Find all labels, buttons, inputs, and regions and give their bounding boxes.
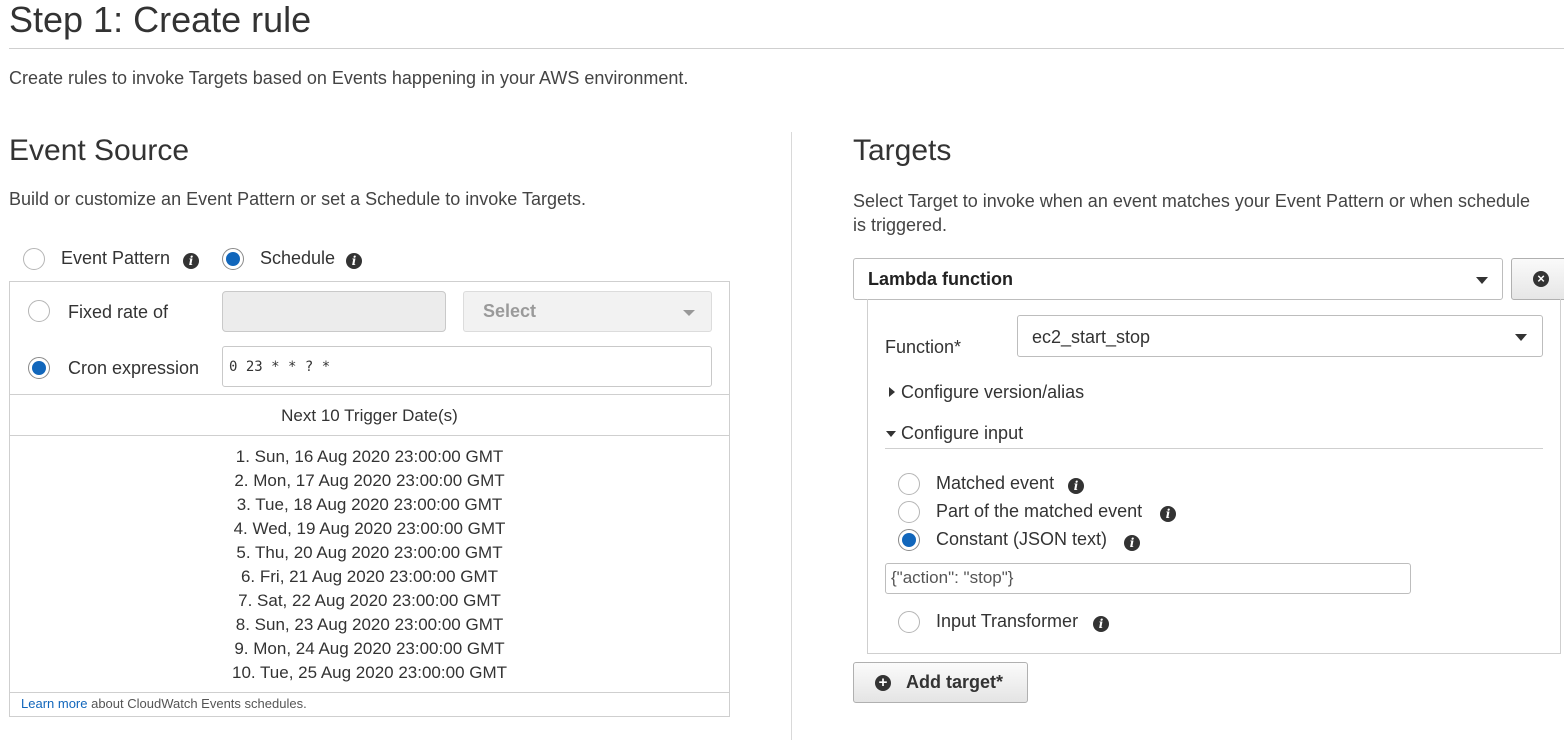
cron-input-value: 0 23 * * ? * [229,359,331,375]
column-divider [791,132,792,740]
next-dates-list: 1. Sun, 16 Aug 2020 23:00:00 GMT 2. Mon,… [10,445,729,685]
caret-down-icon[interactable] [886,431,896,437]
rate-unit-select[interactable]: Select [463,291,712,332]
plus-circle-icon: + [875,675,891,691]
fixed-rate-input[interactable] [222,291,446,332]
cron-label[interactable]: Cron expression [68,358,199,379]
event-source-description: Build or customize an Event Pattern or s… [9,189,586,209]
json-text-input[interactable]: {"action": "stop"} [885,563,1411,594]
configure-input-toggle[interactable]: Configure input [901,423,1023,444]
add-target-label: Add target* [906,672,1004,692]
info-icon[interactable]: i [346,253,362,269]
event-pattern-radio[interactable] [23,248,45,270]
list-item: 1. Sun, 16 Aug 2020 23:00:00 GMT [235,447,504,466]
divider [10,394,729,395]
targets-heading: Targets [853,134,952,167]
schedule-radio[interactable] [222,248,244,270]
part-matched-event-radio[interactable] [898,501,920,523]
schedule-panel: Fixed rate of Select Cron expression 0 2… [9,281,730,717]
info-icon[interactable]: i [183,253,199,269]
target-type-select[interactable]: Lambda function [853,258,1503,300]
list-item: 10. Tue, 25 Aug 2020 23:00:00 GMT [231,663,508,682]
page-title: Step 1: Create rule [9,0,312,40]
info-icon[interactable]: i [1124,535,1140,551]
list-item: 8. Sun, 23 Aug 2020 23:00:00 GMT [235,615,504,634]
schedule-label[interactable]: Schedule [260,248,335,269]
list-item: 7. Sat, 22 Aug 2020 23:00:00 GMT [238,591,501,610]
list-item: 6. Fri, 21 Aug 2020 23:00:00 GMT [240,567,499,586]
list-item: 2. Mon, 17 Aug 2020 23:00:00 GMT [234,471,505,490]
part-matched-event-label[interactable]: Part of the matched event [936,501,1142,522]
configure-version-toggle[interactable]: Configure version/alias [901,382,1084,403]
learn-more-link[interactable]: Learn more [21,696,87,711]
caret-right-icon[interactable] [889,387,895,397]
info-icon[interactable]: i [1160,506,1176,522]
function-label: Function* [885,337,962,357]
json-text-value: {"action": "stop"} [891,568,1014,587]
chevron-down-icon [1515,334,1527,341]
remove-circle-icon: × [1533,271,1549,287]
target-type-value: Lambda function [868,269,1013,289]
divider [885,448,1543,449]
targets-description: Select Target to invoke when an event ma… [853,191,1531,211]
info-icon[interactable]: i [1093,616,1109,632]
next-dates-header: Next 10 Trigger Date(s) [281,406,458,425]
learn-more-text: about CloudWatch Events schedules. [87,696,307,711]
matched-event-radio[interactable] [898,473,920,495]
info-icon[interactable]: i [1068,478,1084,494]
event-pattern-label[interactable]: Event Pattern [61,248,170,269]
cron-radio[interactable] [28,357,50,379]
fixed-rate-radio[interactable] [28,300,50,322]
constant-json-radio[interactable] [898,529,920,551]
list-item: 3. Tue, 18 Aug 2020 23:00:00 GMT [236,495,503,514]
matched-event-label[interactable]: Matched event [936,473,1054,494]
constant-json-label[interactable]: Constant (JSON text) [936,529,1107,550]
add-target-button[interactable]: + Add target* [853,662,1028,703]
remove-target-button[interactable]: × [1511,258,1564,300]
chevron-down-icon [683,310,695,316]
page-intro: Create rules to invoke Targets based on … [9,68,689,88]
divider [10,692,729,693]
input-transformer-radio[interactable] [898,611,920,633]
list-item: 9. Mon, 24 Aug 2020 23:00:00 GMT [234,639,505,658]
function-select[interactable]: ec2_start_stop [1017,315,1543,357]
title-divider [9,48,1564,49]
cron-input[interactable]: 0 23 * * ? * [222,346,712,387]
function-select-value: ec2_start_stop [1032,327,1151,347]
input-transformer-label[interactable]: Input Transformer [936,611,1078,632]
list-item: 5. Thu, 20 Aug 2020 23:00:00 GMT [236,543,503,562]
event-source-heading: Event Source [9,134,190,167]
fixed-rate-label[interactable]: Fixed rate of [68,302,168,323]
list-item: 4. Wed, 19 Aug 2020 23:00:00 GMT [233,519,506,538]
divider [10,435,729,436]
rate-unit-select-label: Select [483,301,537,321]
learn-more-note: Learn more about CloudWatch Events sched… [21,696,307,711]
targets-description-cont: is triggered. [853,215,948,235]
chevron-down-icon [1476,277,1488,284]
